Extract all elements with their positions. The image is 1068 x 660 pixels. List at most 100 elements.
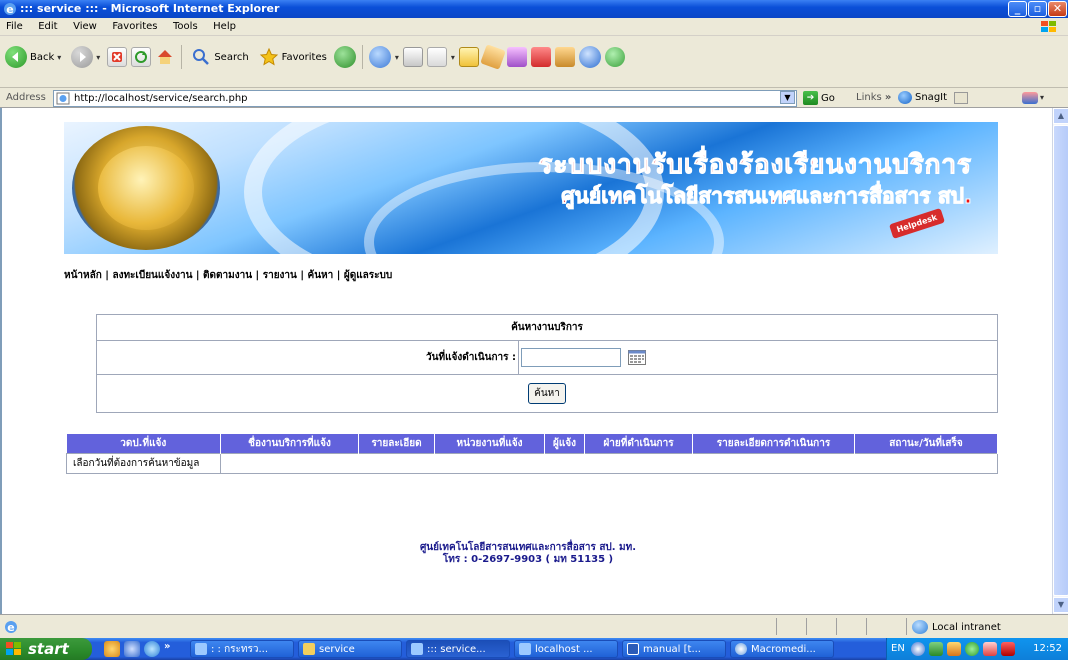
edit-icon[interactable] xyxy=(426,47,447,67)
media-icon[interactable] xyxy=(333,46,356,68)
svg-text:e: e xyxy=(7,621,14,634)
tray-icon[interactable] xyxy=(983,642,997,656)
menu-tools[interactable]: Tools xyxy=(167,18,204,34)
links-chevron-icon[interactable]: » xyxy=(885,92,891,103)
tray-arrow-icon[interactable] xyxy=(911,642,925,656)
ministry-emblem xyxy=(72,126,220,250)
chevron-down-icon[interactable]: ▾ xyxy=(96,53,100,62)
results-header-row: วดป.ที่แจ้ง ชื่องานบริการที่แจ้ง รายละเอ… xyxy=(66,434,998,453)
network-tray-icon[interactable] xyxy=(929,642,943,656)
search-label: Search xyxy=(214,51,249,63)
print-icon[interactable] xyxy=(402,47,423,67)
address-input[interactable]: http://localhost/service/search.php xyxy=(53,90,797,107)
messenger-icon[interactable] xyxy=(506,47,527,67)
favorites-button[interactable]: Favorites xyxy=(256,44,330,70)
calendar-icon[interactable] xyxy=(628,350,647,365)
task-button[interactable]: : : กระทรว... xyxy=(190,640,294,658)
address-dropdown-icon[interactable]: ▼ xyxy=(780,91,795,104)
messenger-toolbar-icon[interactable] xyxy=(1022,92,1038,104)
tray-icon[interactable] xyxy=(965,642,979,656)
window-title: ::: service ::: - Microsoft Internet Exp… xyxy=(20,2,280,15)
task-button[interactable]: service xyxy=(298,640,402,658)
bookmark-icon[interactable] xyxy=(554,47,575,67)
search-button[interactable]: Search xyxy=(188,44,251,70)
macromedia-icon xyxy=(735,643,747,655)
links-toolbar[interactable]: Links » xyxy=(856,92,891,103)
tray-icon[interactable] xyxy=(1001,642,1015,656)
stop-icon[interactable] xyxy=(107,47,128,67)
nav-track[interactable]: ติดตามงาน xyxy=(203,270,252,281)
menu-file[interactable]: File xyxy=(0,18,29,34)
minimize-button[interactable]: _ xyxy=(1008,1,1027,17)
folder-icon[interactable] xyxy=(458,47,479,67)
scroll-thumb[interactable] xyxy=(1053,125,1068,596)
address-label: Address xyxy=(6,92,46,103)
maximize-button[interactable]: ▫ xyxy=(1028,1,1047,17)
scroll-up-icon[interactable]: ▲ xyxy=(1053,108,1068,124)
header-banner: ระบบงานรับเรื่องร้องเรียนงานบริการ ศูนย์… xyxy=(64,122,998,254)
go-arrow-icon: ➔ xyxy=(803,91,818,105)
windows-flag-icon xyxy=(1041,21,1056,32)
address-bar: Address http://localhost/service/search.… xyxy=(0,88,1068,108)
scroll-down-icon[interactable]: ▼ xyxy=(1053,597,1068,613)
chevron-down-icon[interactable]: ▾ xyxy=(57,53,61,62)
menu-edit[interactable]: Edit xyxy=(32,18,63,34)
menu-favorites[interactable]: Favorites xyxy=(106,18,163,34)
menu-help[interactable]: Help xyxy=(207,18,242,34)
quicklaunch-chevron-icon[interactable]: » xyxy=(164,641,170,652)
start-button[interactable]: start xyxy=(0,638,92,660)
users-icon[interactable] xyxy=(604,47,625,67)
go-button[interactable]: ➔ Go xyxy=(803,91,835,105)
vertical-scrollbar[interactable]: ▲ ▼ xyxy=(1052,108,1068,614)
nav-search[interactable]: ค้นหา xyxy=(308,270,334,281)
nav-report[interactable]: รายงาน xyxy=(263,270,297,281)
nav-home[interactable]: หน้าหลัก xyxy=(64,270,102,281)
chevron-down-icon[interactable]: ▾ xyxy=(451,53,455,62)
links-label: Links xyxy=(856,92,882,103)
search-submit-button[interactable]: ค้นหา xyxy=(528,383,566,404)
back-button[interactable]: Back ▾ xyxy=(2,44,64,70)
date-label: วันที่แจ้งดำเนินการ : xyxy=(96,340,519,375)
date-input[interactable] xyxy=(521,348,621,367)
forward-button[interactable]: ▾ xyxy=(68,44,103,70)
taskbar: start » : : กระทรว... service ::: servic… xyxy=(0,638,1068,660)
task-button[interactable]: manual [t... xyxy=(622,640,726,658)
quicklaunch-ie-icon[interactable] xyxy=(144,641,160,657)
home-icon[interactable] xyxy=(155,47,175,67)
toolbar-separator xyxy=(181,45,183,69)
window-title-bar[interactable]: e ::: service ::: - Microsoft Internet E… xyxy=(0,0,1068,18)
ie-page-icon xyxy=(56,92,70,105)
main-nav: หน้าหลัก | ลงทะเบียนแจ้งงาน | ติดตามงาน … xyxy=(64,270,393,281)
menu-view[interactable]: View xyxy=(67,18,103,34)
nav-register[interactable]: ลงทะเบียนแจ้งงาน xyxy=(112,270,192,281)
quicklaunch-icon[interactable] xyxy=(124,641,140,657)
security-zone: Local intranet xyxy=(912,620,1001,634)
refresh-icon[interactable] xyxy=(131,47,152,67)
research-icon[interactable] xyxy=(530,47,551,67)
ie-page-icon: e xyxy=(5,621,17,634)
history-icon[interactable] xyxy=(368,46,391,68)
snagit-capture-icon[interactable] xyxy=(954,91,969,104)
task-button-active[interactable]: ::: service... xyxy=(406,640,510,658)
nav-admin[interactable]: ผู้ดูแลระบบ xyxy=(344,270,392,281)
col-reporter: ผู้แจ้ง xyxy=(544,434,585,453)
col-detail: รายละเอียด xyxy=(358,434,435,453)
empty-message: เลือกวันที่ต้องการค้นหาข้อมูล xyxy=(66,452,221,474)
snagit-button[interactable]: SnagIt xyxy=(898,91,969,104)
table-row: เลือกวันที่ต้องการค้นหาข้อมูล xyxy=(66,452,998,474)
network-icon[interactable] xyxy=(578,46,601,68)
task-label: : : กระทรว... xyxy=(211,643,269,655)
chevron-down-icon[interactable]: ▾ xyxy=(395,53,399,62)
tray-icon[interactable] xyxy=(947,642,961,656)
task-button[interactable]: localhost ... xyxy=(514,640,618,658)
quicklaunch-icon[interactable] xyxy=(104,641,120,657)
col-date: วดป.ที่แจ้ง xyxy=(66,434,221,453)
search-form: ค้นหางานบริการ วันที่แจ้งดำเนินการ : ค้น… xyxy=(96,314,998,413)
language-indicator[interactable]: EN xyxy=(891,643,905,654)
pencil-icon[interactable] xyxy=(480,44,506,70)
back-arrow-icon xyxy=(5,46,27,68)
task-button[interactable]: Macromedi... xyxy=(730,640,834,658)
forward-arrow-icon xyxy=(71,46,94,68)
close-button[interactable]: ✕ xyxy=(1048,1,1067,17)
chevron-down-icon[interactable]: ▾ xyxy=(1040,93,1044,102)
